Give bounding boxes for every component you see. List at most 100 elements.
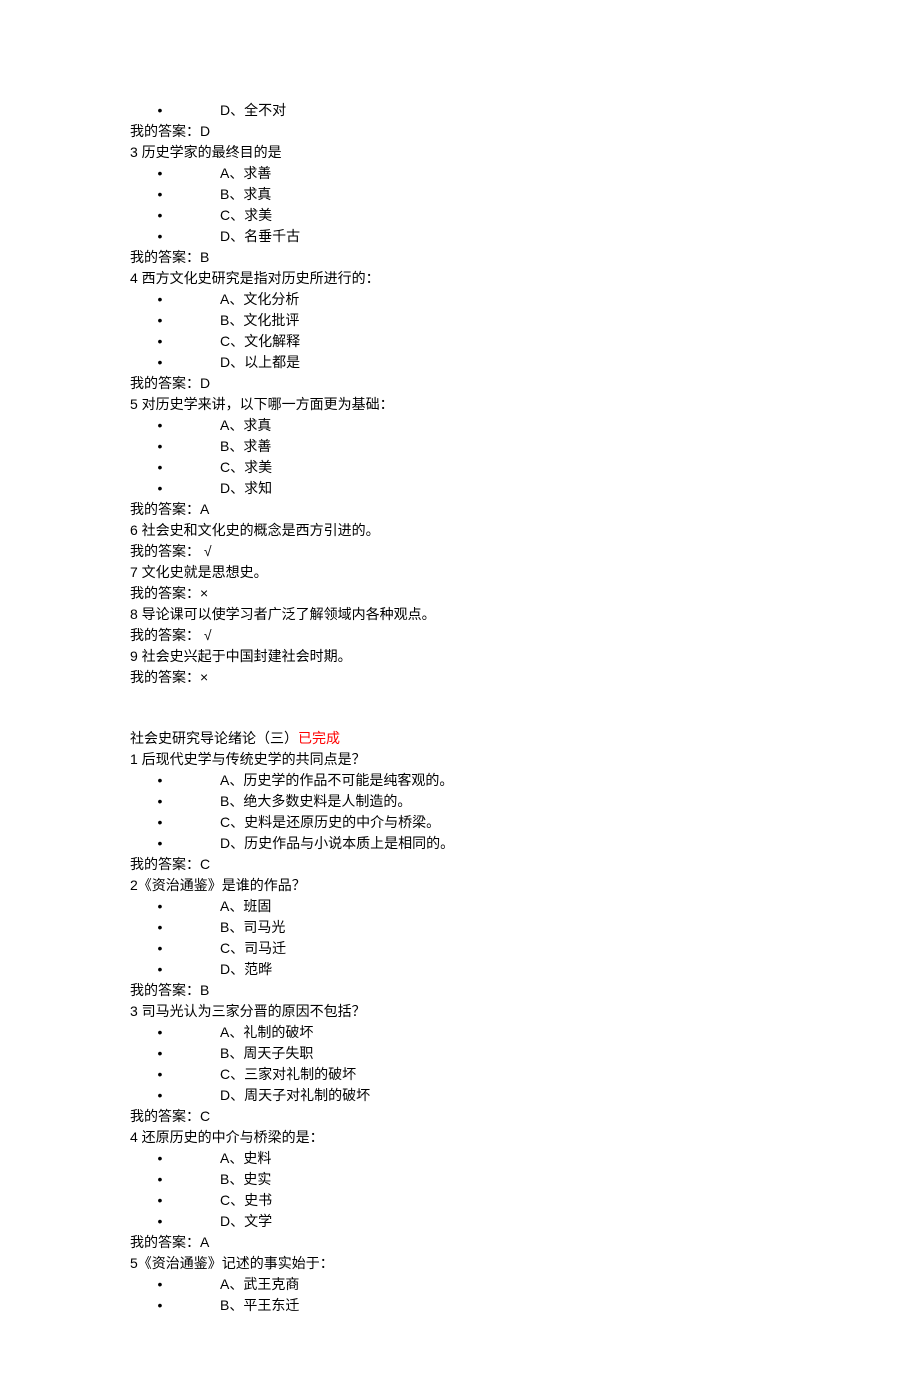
option-row: •C、求美 — [130, 205, 890, 226]
option-text: A、礼制的破坏 — [190, 1022, 313, 1043]
bullet-icon: • — [130, 289, 190, 310]
bullet-icon: • — [130, 1190, 190, 1211]
option-text: C、史书 — [190, 1190, 272, 1211]
option-text: B、文化批评 — [190, 310, 299, 331]
option-row: •B、求真 — [130, 184, 890, 205]
option-row: •D、周天子对礼制的破坏 — [130, 1085, 890, 1106]
option-text: D、以上都是 — [190, 352, 300, 373]
option-row: •B、周天子失职 — [130, 1043, 890, 1064]
option-row: •B、绝大多数史料是人制造的。 — [130, 791, 890, 812]
option-row: •D、历史作品与小说本质上是相同的。 — [130, 833, 890, 854]
bullet-icon: • — [130, 163, 190, 184]
option-row: •A、史料 — [130, 1148, 890, 1169]
option-text: B、司马光 — [190, 917, 285, 938]
statement-text: 我的答案：A — [130, 1232, 890, 1253]
bullet-icon: • — [130, 100, 190, 121]
option-text: D、范晔 — [190, 959, 272, 980]
option-row: •D、以上都是 — [130, 352, 890, 373]
option-row: •C、文化解释 — [130, 331, 890, 352]
bullet-icon: • — [130, 478, 190, 499]
section-title: 社会史研究导论绪论（三）已完成 — [130, 728, 890, 749]
option-row: •B、史实 — [130, 1169, 890, 1190]
option-text: D、名垂千古 — [190, 226, 300, 247]
bullet-icon: • — [130, 959, 190, 980]
option-text: D、全不对 — [190, 100, 286, 121]
statement-text: 我的答案：B — [130, 247, 890, 268]
bullet-icon: • — [130, 184, 190, 205]
bullet-icon: • — [130, 1085, 190, 1106]
bullet-icon: • — [130, 938, 190, 959]
option-text: B、平王东迁 — [190, 1295, 299, 1316]
statement-text: 3 历史学家的最终目的是 — [130, 142, 890, 163]
bullet-icon: • — [130, 457, 190, 478]
option-row: •C、司马迁 — [130, 938, 890, 959]
option-text: A、求真 — [190, 415, 271, 436]
option-row: •B、司马光 — [130, 917, 890, 938]
option-row: •A、求善 — [130, 163, 890, 184]
statement-text: 3 司马光认为三家分晋的原因不包括？ — [130, 1001, 890, 1022]
option-row: •D、求知 — [130, 478, 890, 499]
bullet-icon: • — [130, 833, 190, 854]
section-status: 已完成 — [298, 730, 340, 746]
option-text: B、绝大多数史料是人制造的。 — [190, 791, 411, 812]
bullet-icon: • — [130, 310, 190, 331]
option-row: •D、名垂千古 — [130, 226, 890, 247]
option-text: A、武王克商 — [190, 1274, 299, 1295]
bullet-icon: • — [130, 205, 190, 226]
option-row: •B、平王东迁 — [130, 1295, 890, 1316]
bullet-icon: • — [130, 1169, 190, 1190]
option-row: •A、礼制的破坏 — [130, 1022, 890, 1043]
option-row: •B、文化批评 — [130, 310, 890, 331]
statement-text: 4 西方文化史研究是指对历史所进行的： — [130, 268, 890, 289]
statement-text: 5《资治通鉴》记述的事实始于： — [130, 1253, 890, 1274]
bullet-icon: • — [130, 770, 190, 791]
bullet-icon: • — [130, 791, 190, 812]
option-row: •C、史料是还原历史的中介与桥梁。 — [130, 812, 890, 833]
option-text: C、求美 — [190, 205, 272, 226]
option-row: •D、范晔 — [130, 959, 890, 980]
statement-text: 我的答案：D — [130, 121, 890, 142]
statement-text: 1 后现代史学与传统史学的共同点是？ — [130, 749, 890, 770]
document-content: •D、全不对我的答案：D3 历史学家的最终目的是•A、求善•B、求真•C、求美•… — [0, 0, 890, 1376]
option-text: C、三家对礼制的破坏 — [190, 1064, 356, 1085]
option-text: C、司马迁 — [190, 938, 286, 959]
option-text: D、历史作品与小说本质上是相同的。 — [190, 833, 454, 854]
option-row: •C、三家对礼制的破坏 — [130, 1064, 890, 1085]
bullet-icon: • — [130, 415, 190, 436]
option-row: •A、文化分析 — [130, 289, 890, 310]
option-text: B、史实 — [190, 1169, 271, 1190]
statement-text: 我的答案：B — [130, 980, 890, 1001]
option-text: D、文学 — [190, 1211, 272, 1232]
bullet-icon: • — [130, 812, 190, 833]
bullet-icon: • — [130, 436, 190, 457]
statement-text: 我的答案： √ — [130, 541, 890, 562]
statement-text: 我的答案：C — [130, 1106, 890, 1127]
bullet-icon: • — [130, 896, 190, 917]
option-text: A、历史学的作品不可能是纯客观的。 — [190, 770, 453, 791]
bullet-icon: • — [130, 1022, 190, 1043]
statement-text: 9 社会史兴起于中国封建社会时期。 — [130, 646, 890, 667]
bullet-icon: • — [130, 226, 190, 247]
section-title-text: 社会史研究导论绪论（三） — [130, 730, 298, 746]
option-text: A、求善 — [190, 163, 271, 184]
bullet-icon: • — [130, 917, 190, 938]
option-row: •D、文学 — [130, 1211, 890, 1232]
bullet-icon: • — [130, 1043, 190, 1064]
statement-text: 5 对历史学来讲，以下哪一方面更为基础： — [130, 394, 890, 415]
statement-text: 8 导论课可以使学习者广泛了解领域内各种观点。 — [130, 604, 890, 625]
bullet-icon: • — [130, 352, 190, 373]
option-text: A、史料 — [190, 1148, 271, 1169]
option-text: D、周天子对礼制的破坏 — [190, 1085, 370, 1106]
option-row: •C、史书 — [130, 1190, 890, 1211]
bullet-icon: • — [130, 1211, 190, 1232]
option-row: •A、求真 — [130, 415, 890, 436]
option-text: C、求美 — [190, 457, 272, 478]
bullet-icon: • — [130, 1148, 190, 1169]
statement-text: 6 社会史和文化史的概念是西方引进的。 — [130, 520, 890, 541]
option-row: •A、历史学的作品不可能是纯客观的。 — [130, 770, 890, 791]
option-text: A、班固 — [190, 896, 271, 917]
statement-text: 我的答案： √ — [130, 625, 890, 646]
option-row: •A、武王克商 — [130, 1274, 890, 1295]
option-text: C、文化解释 — [190, 331, 300, 352]
statement-text: 我的答案：A — [130, 499, 890, 520]
